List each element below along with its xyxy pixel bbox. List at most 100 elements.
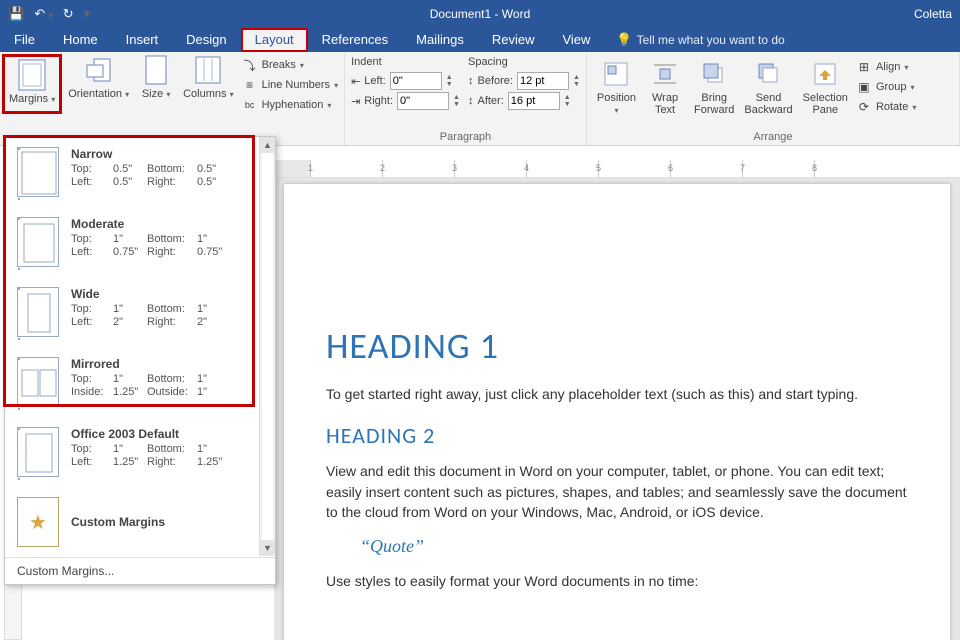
hyphenation-icon: bc xyxy=(242,97,258,113)
user-name[interactable]: Coletta xyxy=(914,7,960,21)
margins-icon xyxy=(16,59,48,91)
position-button[interactable]: Position▾ xyxy=(593,56,640,119)
paragraph-2[interactable]: View and edit this document in Word on y… xyxy=(326,461,908,522)
wrap-text-button[interactable]: Wrap Text xyxy=(642,56,688,118)
spacing-before-spinner[interactable]: ▲▼ xyxy=(573,74,580,88)
group-paragraph: Indent ⇤ Left: ▲▼ ⇥ Right: ▲▼ Spacing ↕ xyxy=(345,52,587,145)
margin-preset-narrow[interactable]: Narrow Top:0.5"Bottom:0.5" Left:0.5"Righ… xyxy=(5,137,275,207)
ribbon: Margins ▾ Orientation ▾ Size ▾ Columns ▾ xyxy=(0,52,960,146)
tab-design[interactable]: Design xyxy=(172,28,240,52)
size-label: Size xyxy=(142,88,163,100)
margins-button[interactable]: Margins ▾ xyxy=(2,54,62,114)
tab-home[interactable]: Home xyxy=(49,28,112,52)
tab-file[interactable]: File xyxy=(0,28,49,52)
heading-1[interactable]: HEADING 1 xyxy=(326,324,908,368)
indent-left-input[interactable] xyxy=(390,72,442,90)
position-icon xyxy=(600,58,632,90)
orientation-button[interactable]: Orientation ▾ xyxy=(64,52,133,114)
send-backward-icon xyxy=(753,58,785,90)
paragraph-3[interactable]: Use styles to easily format your Word do… xyxy=(326,571,908,591)
columns-button[interactable]: Columns ▾ xyxy=(179,52,237,114)
group-button[interactable]: ▣Group ▾ xyxy=(854,78,918,96)
tell-me-search[interactable]: 💡 Tell me what you want to do xyxy=(604,32,796,48)
heading-2[interactable]: HEADING 2 xyxy=(326,422,908,449)
quote-text[interactable]: “Quote” xyxy=(360,536,908,557)
indent-right-icon: ⇥ xyxy=(351,95,360,108)
margin-preset-office-2003[interactable]: Office 2003 Default Top:1"Bottom:1" Left… xyxy=(5,417,275,487)
columns-icon xyxy=(192,54,224,86)
ribbon-tabs: File Home Insert Design Layout Reference… xyxy=(0,28,960,52)
lightbulb-icon: 💡 xyxy=(616,32,632,48)
orientation-label: Orientation xyxy=(68,88,122,100)
indent-right-spinner[interactable]: ▲▼ xyxy=(453,94,460,108)
margins-scrollbar[interactable]: ▲ ▼ xyxy=(259,137,275,556)
group-arrange: Position▾ Wrap Text Bring Forward Send B… xyxy=(587,52,960,145)
tab-mailings[interactable]: Mailings xyxy=(402,28,478,52)
qat-customize-icon[interactable]: ▾ xyxy=(84,6,91,22)
line-numbers-icon: ≡ xyxy=(242,77,258,93)
redo-icon[interactable]: ↻ xyxy=(63,6,74,22)
size-icon xyxy=(140,54,172,86)
margins-label: Margins xyxy=(9,93,48,105)
scroll-up-icon[interactable]: ▲ xyxy=(260,137,275,153)
tab-references[interactable]: References xyxy=(308,28,402,52)
tab-review[interactable]: Review xyxy=(478,28,549,52)
tab-insert[interactable]: Insert xyxy=(112,28,173,52)
indent-left-row: ⇤ Left: ▲▼ xyxy=(351,72,460,90)
quick-access-toolbar: 💾 ↶ ▾ ↻ ▾ xyxy=(0,6,90,22)
spacing-after-input[interactable] xyxy=(508,92,560,110)
columns-label: Columns xyxy=(183,88,226,100)
spacing-after-row: ↕ After: ▲▼ xyxy=(468,92,580,110)
document-title: Document1 - Word xyxy=(430,7,530,21)
align-icon: ⊞ xyxy=(856,59,872,75)
document-page[interactable]: HEADING 1 To get started right away, jus… xyxy=(284,184,950,640)
size-button[interactable]: Size ▾ xyxy=(133,52,179,114)
indent-left-spinner[interactable]: ▲▼ xyxy=(446,74,453,88)
save-icon[interactable]: 💾 xyxy=(8,6,24,22)
margin-thumb-icon xyxy=(17,287,59,337)
margin-thumb-icon xyxy=(17,357,59,407)
margins-dropdown: Narrow Top:0.5"Bottom:0.5" Left:0.5"Righ… xyxy=(4,136,276,585)
line-numbers-button[interactable]: ≡Line Numbers ▾ xyxy=(240,76,341,94)
rotate-icon: ⟳ xyxy=(856,99,872,115)
spacing-before-input[interactable] xyxy=(517,72,569,90)
document-area: HEADING 1 To get started right away, jus… xyxy=(274,178,960,640)
margin-preset-moderate[interactable]: Moderate Top:1"Bottom:1" Left:0.75"Right… xyxy=(5,207,275,277)
spacing-before-icon: ↕ xyxy=(468,75,474,87)
margin-preset-custom[interactable]: ★ Custom Margins xyxy=(5,487,275,557)
indent-left-icon: ⇤ xyxy=(351,75,360,88)
margin-thumb-icon xyxy=(17,217,59,267)
group-page-setup: Margins ▾ Orientation ▾ Size ▾ Columns ▾ xyxy=(0,52,345,145)
wrap-text-icon xyxy=(649,58,681,90)
scroll-down-icon[interactable]: ▼ xyxy=(260,540,275,556)
scroll-thumb[interactable] xyxy=(262,153,273,540)
horizontal-ruler[interactable]: 1 2 3 4 5 6 7 8 xyxy=(274,160,960,178)
tab-layout[interactable]: Layout xyxy=(241,28,308,52)
paragraph-group-label: Paragraph xyxy=(351,129,580,143)
bring-forward-button[interactable]: Bring Forward xyxy=(690,56,738,118)
spacing-heading: Spacing xyxy=(468,56,580,68)
margin-preset-mirrored[interactable]: Mirrored Top:1"Bottom:1" Inside:1.25"Out… xyxy=(5,347,275,417)
hyphenation-button[interactable]: bcHyphenation ▾ xyxy=(240,96,341,114)
orientation-icon xyxy=(83,54,115,86)
rotate-button[interactable]: ⟳Rotate ▾ xyxy=(854,98,918,116)
selection-pane-icon xyxy=(809,58,841,90)
undo-icon[interactable]: ↶ ▾ xyxy=(34,6,53,22)
margin-thumb-icon xyxy=(17,147,59,197)
spacing-after-spinner[interactable]: ▲▼ xyxy=(564,94,571,108)
custom-margins-link[interactable]: Custom Margins... xyxy=(5,557,275,584)
paragraph-1[interactable]: To get started right away, just click an… xyxy=(326,384,908,404)
align-button[interactable]: ⊞Align ▾ xyxy=(854,58,918,76)
indent-right-row: ⇥ Right: ▲▼ xyxy=(351,92,460,110)
breaks-button[interactable]: ⤵Breaks ▾ xyxy=(240,56,341,74)
margin-preset-wide[interactable]: Wide Top:1"Bottom:1" Left:2"Right:2" xyxy=(5,277,275,347)
indent-right-input[interactable] xyxy=(397,92,449,110)
margin-thumb-icon xyxy=(17,427,59,477)
custom-margin-star-icon: ★ xyxy=(17,497,59,547)
group-icon: ▣ xyxy=(856,79,872,95)
send-backward-button[interactable]: Send Backward xyxy=(740,56,796,118)
arrange-group-label: Arrange xyxy=(593,129,953,143)
spacing-before-row: ↕ Before: ▲▼ xyxy=(468,72,580,90)
tab-view[interactable]: View xyxy=(548,28,604,52)
selection-pane-button[interactable]: Selection Pane xyxy=(799,56,852,118)
